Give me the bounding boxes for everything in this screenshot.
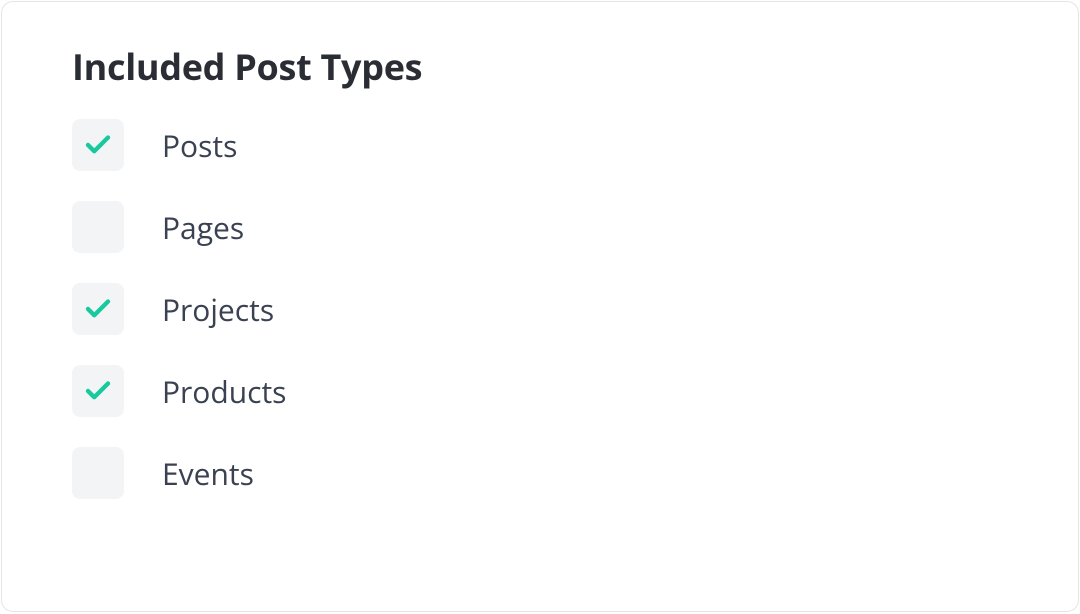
- checkbox-label-products: Products: [162, 371, 286, 412]
- checkbox-projects[interactable]: [72, 283, 124, 335]
- checkbox-label-posts: Posts: [162, 125, 237, 166]
- check-icon: [83, 294, 113, 324]
- check-icon: [83, 376, 113, 406]
- checkbox-list: Posts Pages Projects: [72, 119, 1008, 499]
- checkbox-label-pages: Pages: [162, 207, 244, 248]
- check-icon: [83, 130, 113, 160]
- checkbox-label-projects: Projects: [162, 289, 274, 330]
- checkbox-posts[interactable]: [72, 119, 124, 171]
- checkbox-row-products: Products: [72, 365, 1008, 417]
- checkbox-row-projects: Projects: [72, 283, 1008, 335]
- checkbox-pages[interactable]: [72, 201, 124, 253]
- checkbox-row-pages: Pages: [72, 201, 1008, 253]
- checkbox-label-events: Events: [162, 453, 254, 494]
- checkbox-products[interactable]: [72, 365, 124, 417]
- checkbox-row-events: Events: [72, 447, 1008, 499]
- settings-panel: Included Post Types Posts Pages: [1, 1, 1079, 612]
- checkbox-events[interactable]: [72, 447, 124, 499]
- section-title: Included Post Types: [72, 42, 1008, 91]
- checkbox-row-posts: Posts: [72, 119, 1008, 171]
